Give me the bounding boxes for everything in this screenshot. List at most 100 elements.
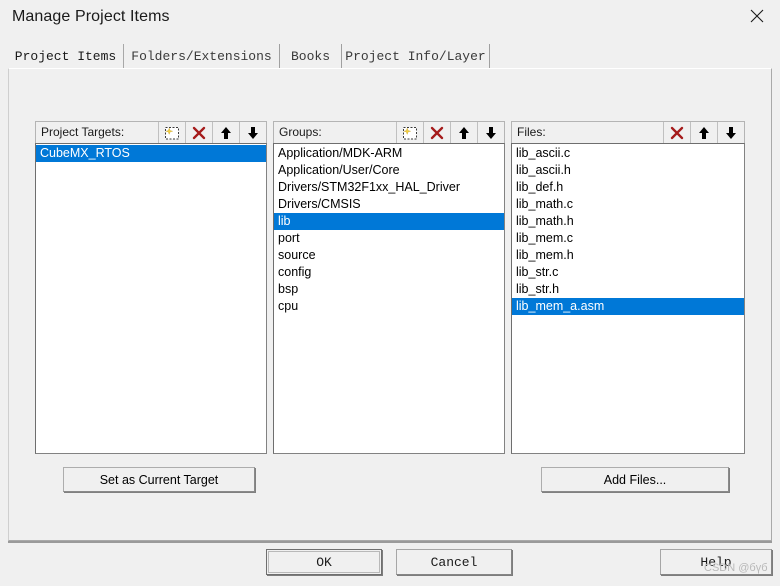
list-item[interactable]: source xyxy=(274,247,504,264)
list-item-label: Drivers/STM32F1xx_HAL_Driver xyxy=(278,180,460,194)
button-label: Add Files... xyxy=(603,472,667,487)
tab-project-info-layer[interactable]: Project Info/Layer xyxy=(342,44,490,68)
tab-strip: Project Items Folders/Extensions Books P… xyxy=(8,44,772,68)
tab-label: Folders/Extensions xyxy=(131,48,272,64)
arrow-up-icon xyxy=(456,125,472,141)
list-item[interactable]: Application/User/Core xyxy=(274,162,504,179)
list-item-label: lib_ascii.c xyxy=(516,146,571,160)
files-label: Files: xyxy=(517,125,546,139)
arrow-down-icon xyxy=(483,125,499,141)
tab-books[interactable]: Books xyxy=(280,44,342,68)
list-item-label: lib_mem.c xyxy=(516,231,573,245)
list-item[interactable]: lib_str.h xyxy=(512,281,744,298)
groups-list[interactable]: Application/MDK-ARM Application/User/Cor… xyxy=(273,143,505,454)
list-item[interactable]: Drivers/STM32F1xx_HAL_Driver xyxy=(274,179,504,196)
arrow-down-icon xyxy=(723,125,739,141)
list-item[interactable]: lib_math.c xyxy=(512,196,744,213)
list-item[interactable]: lib_ascii.c xyxy=(512,145,744,162)
list-item-label: lib_str.c xyxy=(516,265,559,279)
project-targets-label: Project Targets: xyxy=(41,125,125,139)
list-item-label: CubeMX_RTOS xyxy=(40,146,130,160)
files-panel: Files: lib_ascii.c lib_ascii.h lib_def.h… xyxy=(511,121,745,454)
close-button[interactable] xyxy=(734,0,780,32)
files-list[interactable]: lib_ascii.c lib_ascii.h lib_def.h lib_ma… xyxy=(511,143,745,454)
arrow-up-icon xyxy=(696,125,712,141)
new-item-icon xyxy=(402,125,418,141)
list-item[interactable]: lib_str.c xyxy=(512,264,744,281)
list-item-label: port xyxy=(278,231,300,245)
help-button[interactable]: Help xyxy=(660,549,772,575)
list-item[interactable]: lib_def.h xyxy=(512,179,744,196)
groups-label: Groups: xyxy=(279,125,322,139)
list-item[interactable]: config xyxy=(274,264,504,281)
list-item-label: Application/User/Core xyxy=(278,163,400,177)
list-item-label: lib_str.h xyxy=(516,282,560,296)
list-item[interactable]: lib_mem.c xyxy=(512,230,744,247)
list-item-label: config xyxy=(278,265,312,279)
list-item[interactable]: bsp xyxy=(274,281,504,298)
list-item[interactable]: lib xyxy=(274,213,504,230)
cancel-button[interactable]: Cancel xyxy=(396,549,512,575)
list-item[interactable]: CubeMX_RTOS xyxy=(36,145,266,162)
list-item-label: source xyxy=(278,248,316,262)
button-label: Help xyxy=(700,554,732,570)
list-item[interactable]: port xyxy=(274,230,504,247)
list-item[interactable]: cpu xyxy=(274,298,504,315)
list-item-label: Drivers/CMSIS xyxy=(278,197,361,211)
project-targets-list[interactable]: CubeMX_RTOS xyxy=(35,143,267,454)
add-files-button[interactable]: Add Files... xyxy=(541,467,729,492)
tab-label: Books xyxy=(290,48,330,64)
window-title: Manage Project Items xyxy=(12,8,170,25)
new-item-button[interactable] xyxy=(396,122,423,144)
list-item-label: Application/MDK-ARM xyxy=(278,146,403,160)
groups-header: Groups: xyxy=(273,121,505,144)
list-item-label: lib_math.h xyxy=(516,214,574,228)
new-item-icon xyxy=(164,125,180,141)
delete-item-button[interactable] xyxy=(423,122,450,144)
list-item[interactable]: lib_ascii.h xyxy=(512,162,744,179)
list-item[interactable]: Application/MDK-ARM xyxy=(274,145,504,162)
groups-panel: Groups: Application/MDK-ARM Application/… xyxy=(273,121,505,454)
move-up-button[interactable] xyxy=(450,122,477,144)
button-label: Cancel xyxy=(430,554,478,570)
move-down-button[interactable] xyxy=(239,122,266,144)
list-item-label: lib_mem_a.asm xyxy=(516,299,605,313)
move-up-button[interactable] xyxy=(212,122,239,144)
close-icon xyxy=(750,9,764,23)
groups-toolbar xyxy=(396,122,504,144)
list-item-label: lib_def.h xyxy=(516,180,564,194)
ok-button[interactable]: OK xyxy=(266,549,382,575)
list-item-label: cpu xyxy=(278,299,299,313)
move-down-button[interactable] xyxy=(477,122,504,144)
project-targets-header: Project Targets: xyxy=(35,121,267,144)
files-header: Files: xyxy=(511,121,745,144)
title-bar: Manage Project Items xyxy=(0,0,780,38)
arrow-up-icon xyxy=(218,125,234,141)
tab-label: Project Info/Layer xyxy=(345,48,486,64)
list-item-label: lib_ascii.h xyxy=(516,163,571,177)
list-item-label: lib xyxy=(278,214,291,228)
delete-item-button[interactable] xyxy=(663,122,690,144)
delete-x-icon xyxy=(191,125,207,141)
list-item[interactable]: lib_mem_a.asm xyxy=(512,298,744,315)
project-targets-toolbar xyxy=(158,122,266,144)
list-item[interactable]: lib_mem.h xyxy=(512,247,744,264)
list-item[interactable]: Drivers/CMSIS xyxy=(274,196,504,213)
tab-folders-extensions[interactable]: Folders/Extensions xyxy=(124,44,280,68)
list-item-label: bsp xyxy=(278,282,299,296)
footer-separator xyxy=(8,541,772,543)
list-item[interactable]: lib_math.h xyxy=(512,213,744,230)
move-down-button[interactable] xyxy=(717,122,744,144)
button-label: Set as Current Target xyxy=(99,472,219,487)
delete-x-icon xyxy=(429,125,445,141)
tab-panel-project-items: Project Targets: CubeMX_RTOS Groups: App… xyxy=(8,68,772,541)
list-item-label: lib_math.c xyxy=(516,197,573,211)
new-item-button[interactable] xyxy=(158,122,185,144)
button-label: OK xyxy=(316,554,332,570)
arrow-down-icon xyxy=(245,125,261,141)
set-as-current-target-button[interactable]: Set as Current Target xyxy=(63,467,255,492)
list-item-label: lib_mem.h xyxy=(516,248,574,262)
move-up-button[interactable] xyxy=(690,122,717,144)
delete-item-button[interactable] xyxy=(185,122,212,144)
tab-project-items[interactable]: Project Items xyxy=(8,44,124,68)
